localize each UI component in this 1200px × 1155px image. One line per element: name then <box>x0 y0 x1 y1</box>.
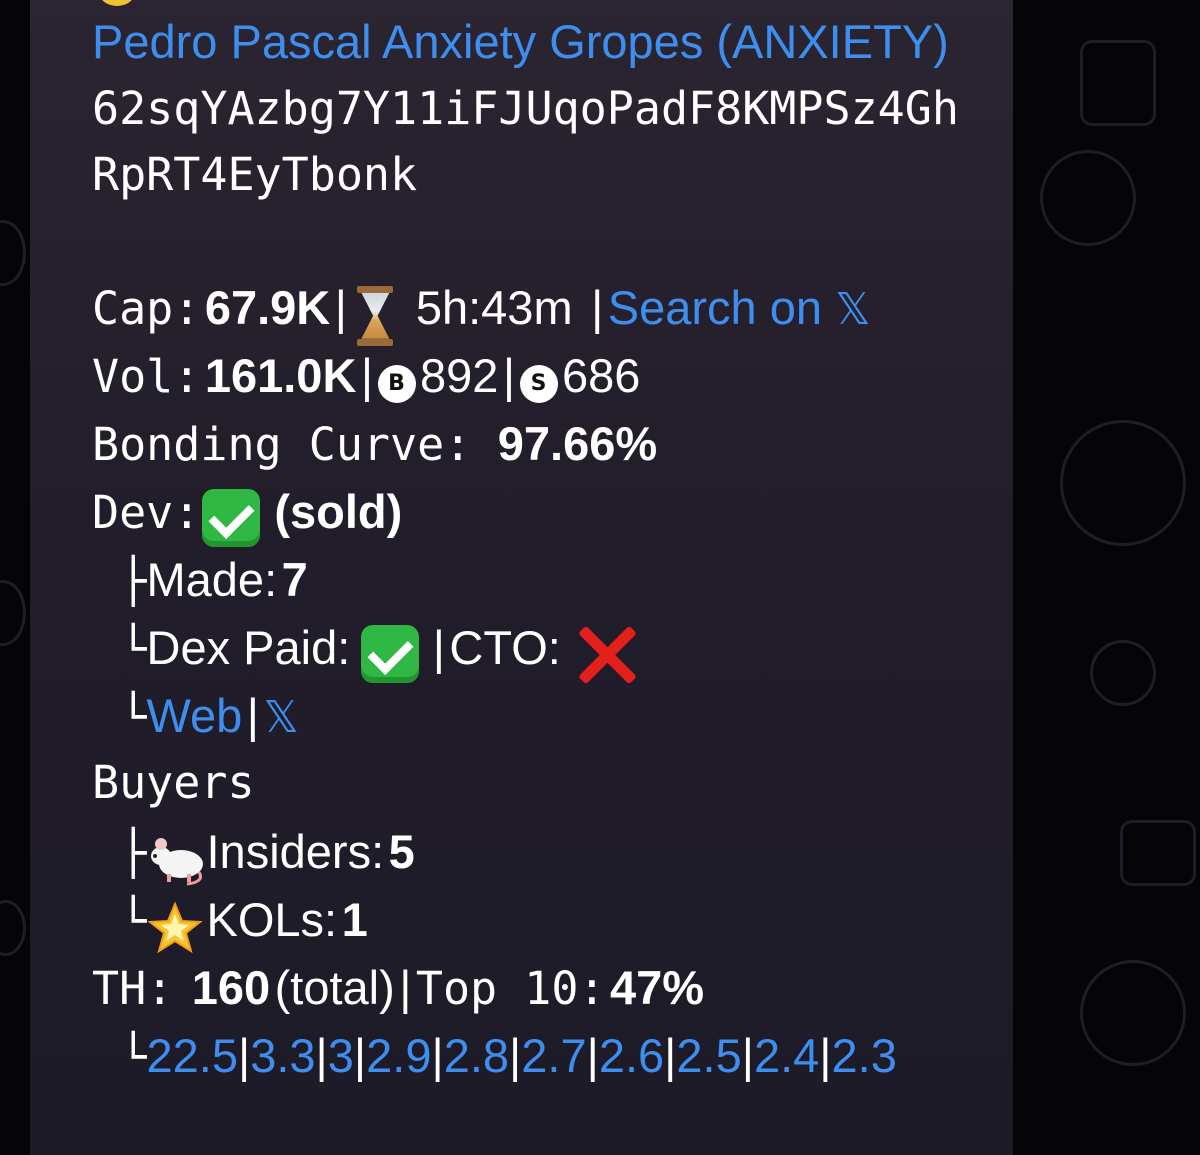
buys-badge-icon: B <box>377 364 416 403</box>
buys-count: 892 <box>419 349 499 402</box>
top-holder-percent-link[interactable]: 2.7 <box>521 1029 586 1082</box>
buyers-label: Buyers <box>92 756 255 809</box>
top-holder-percent-link[interactable]: 2.8 <box>444 1029 509 1082</box>
top10-value: 47% <box>609 961 705 1014</box>
dev-row: Dev: (sold) <box>92 484 402 553</box>
tree-branch: └ <box>120 896 147 947</box>
top-holder-percent-link[interactable]: 22.5 <box>147 1029 238 1082</box>
web-link[interactable]: Web <box>147 689 243 742</box>
tree-branch: └ <box>120 692 147 743</box>
separator: | <box>334 281 347 334</box>
search-on-x-label: Search on <box>607 281 822 334</box>
separator: | <box>246 689 259 742</box>
tree-branch: └ <box>120 624 147 675</box>
separator: | <box>360 349 374 402</box>
separator: | <box>819 1029 832 1082</box>
kols-label: KOLs: <box>206 893 338 946</box>
separator: | <box>399 961 412 1014</box>
bonding-curve-value: 97.66% <box>497 417 658 470</box>
top-holder-percent-link[interactable]: 2.6 <box>599 1029 664 1082</box>
holders-row: TH: 160 (total) | Top 10: 47% <box>92 960 704 1015</box>
tree-branch: ├ <box>120 556 147 607</box>
bonding-curve-label: Bonding Curve: <box>92 418 472 471</box>
check-mark-button-icon <box>360 624 419 683</box>
glowing-star-icon <box>146 901 203 953</box>
top-holders-row: └22.5|3.3|3|2.9|2.8|2.7|2.6|2.5|2.4|2.3 <box>120 1028 897 1083</box>
token-age: 5h:43m <box>415 281 573 334</box>
separator: | <box>432 621 445 674</box>
separator: | <box>431 1029 444 1082</box>
cap-label: Cap: <box>92 282 201 335</box>
top-holders-list: 22.5|3.3|3|2.9|2.8|2.7|2.6|2.5|2.4|2.3 <box>147 1029 897 1082</box>
th-value: 160 <box>191 961 271 1014</box>
top-holder-percent-link[interactable]: 2.4 <box>754 1029 819 1082</box>
th-label: TH: <box>92 962 174 1015</box>
separator: | <box>664 1029 677 1082</box>
separator: | <box>502 349 516 402</box>
separator: | <box>741 1029 754 1082</box>
check-mark-button-icon <box>202 488 261 547</box>
top-holder-percent-link[interactable]: 3.3 <box>250 1029 315 1082</box>
kols-row: └ KOLs: 1 <box>120 892 368 960</box>
rat-icon <box>150 837 203 886</box>
insiders-value: 5 <box>388 825 415 878</box>
th-total-label: (total) <box>274 961 395 1014</box>
token-address-line-2[interactable]: RpRT4EyTbonk <box>92 148 417 201</box>
bonding-curve-row: Bonding Curve: 97.66% <box>92 416 657 471</box>
top10-label: Top 10: <box>415 962 606 1015</box>
insiders-row: ├ Insiders: 5 <box>120 824 415 890</box>
cap-row: Cap: 67.9K | 5h:43m | Search on 𝕏 <box>92 280 871 350</box>
dex-paid-row: └Dex Paid: | CTO: <box>120 620 637 691</box>
search-on-x-link[interactable]: Search on 𝕏 <box>607 281 871 335</box>
kols-value: 1 <box>341 893 368 946</box>
top-holder-percent-link[interactable]: 2.9 <box>366 1029 431 1082</box>
separator: | <box>509 1029 522 1082</box>
dev-label: Dev: <box>92 486 201 539</box>
top-holder-percent-link[interactable]: 3 <box>328 1029 354 1082</box>
emoji-avatar-icon <box>98 0 136 6</box>
tree-branch: ├ <box>120 828 147 879</box>
sells-badge-icon: S <box>519 364 558 403</box>
dev-status: (sold) <box>274 485 403 538</box>
vol-label: Vol: <box>92 350 201 403</box>
separator: | <box>591 281 604 334</box>
made-label: Made: <box>146 553 278 606</box>
cap-value: 67.9K <box>204 281 331 334</box>
top-holder-percent-link[interactable]: 2.3 <box>832 1029 897 1082</box>
links-row: └Web | 𝕏 <box>120 688 299 743</box>
hourglass-icon <box>357 285 394 346</box>
token-address-line-1[interactable]: 62sqYAzbg7Y11iFJUqoPadF8KMPSz4Gh <box>92 82 959 135</box>
cross-mark-icon <box>575 623 637 685</box>
insiders-label: Insiders: <box>206 825 385 878</box>
separator: | <box>353 1029 367 1082</box>
dex-paid-label: Dex Paid: <box>146 621 351 674</box>
sells-count: 686 <box>561 349 641 402</box>
separator: | <box>237 1029 251 1082</box>
token-name-link[interactable]: Pedro Pascal Anxiety Gropes (ANXIETY) <box>92 14 949 69</box>
dev-made-row: ├Made: 7 <box>120 552 308 607</box>
made-value: 7 <box>281 553 308 606</box>
tree-branch: └ <box>120 1032 147 1083</box>
message-bubble: Pedro Pascal Anxiety Gropes (ANXIETY) 62… <box>30 0 1013 1155</box>
vol-value: 161.0K <box>204 349 357 402</box>
separator: | <box>315 1029 328 1082</box>
cto-label: CTO: <box>449 621 561 674</box>
separator: | <box>586 1029 599 1082</box>
top-holder-percent-link[interactable]: 2.5 <box>676 1029 741 1082</box>
x-logo-icon: 𝕏 <box>835 284 871 335</box>
x-logo-icon[interactable]: 𝕏 <box>263 692 298 743</box>
volume-row: Vol: 161.0K | B 892 | S 686 <box>92 348 640 407</box>
